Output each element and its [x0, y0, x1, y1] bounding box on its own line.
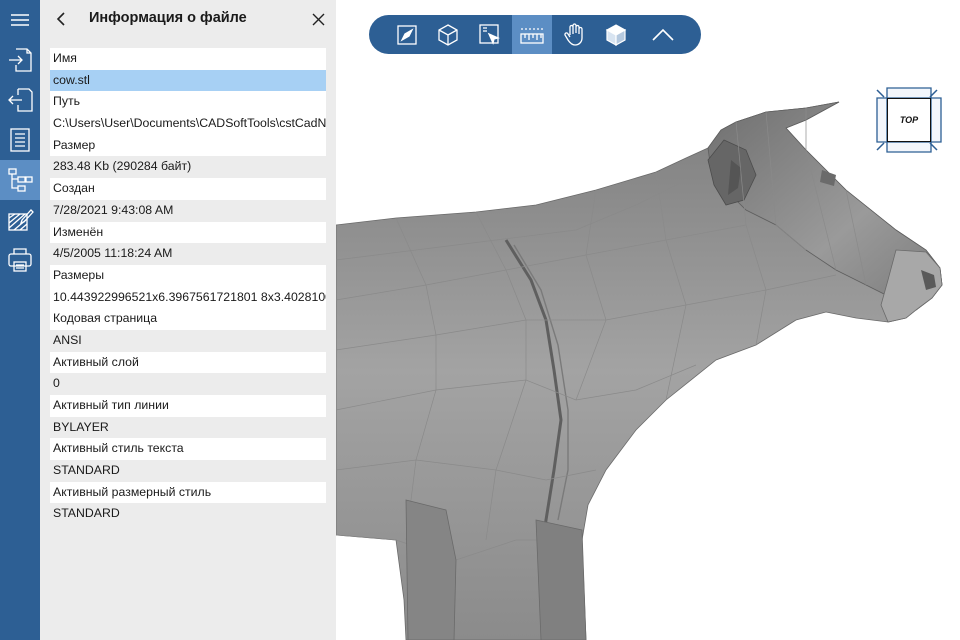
- cube-outline-icon[interactable]: [428, 15, 468, 54]
- 3d-viewport[interactable]: [336, 0, 960, 640]
- property-label-created: Создан: [50, 178, 326, 200]
- panel-title: Информация о файле: [89, 10, 247, 26]
- view-cube-top-face[interactable]: TOP: [887, 98, 931, 142]
- property-label-active-linetype: Активный тип линии: [50, 395, 326, 417]
- property-label-modified: Изменён: [50, 221, 326, 244]
- file-info-panel: Информация о файле Имя cow.stl Путь C:\U…: [40, 0, 336, 640]
- property-value-active-dim-style[interactable]: STANDARD: [50, 503, 326, 526]
- property-label-path: Путь: [50, 91, 326, 114]
- property-label-active-layer: Активный слой: [50, 351, 326, 374]
- property-value-active-linetype[interactable]: BYLAYER: [50, 416, 326, 439]
- property-value-name[interactable]: cow.stl: [50, 69, 326, 92]
- document-icon[interactable]: [0, 120, 40, 160]
- hamburger-menu-icon[interactable]: [0, 0, 40, 40]
- measure-icon[interactable]: [512, 15, 552, 54]
- property-value-created[interactable]: 7/28/2021 9:43:08 AM: [50, 199, 326, 222]
- property-value-path[interactable]: C:\Users\User\Documents\CADSoftTools\cst…: [50, 113, 326, 135]
- property-value-modified[interactable]: 4/5/2005 11:18:24 AM: [50, 243, 326, 265]
- view-cube[interactable]: TOP: [875, 86, 943, 154]
- left-nav-rail: [0, 0, 40, 640]
- chevron-left-icon: [56, 12, 65, 26]
- property-label-codepage: Кодовая страница: [50, 308, 326, 330]
- print-icon[interactable]: [0, 240, 40, 280]
- edit-drawing-icon[interactable]: [0, 200, 40, 240]
- property-label-active-dim-style: Активный размерный стиль: [50, 481, 326, 504]
- close-icon: [312, 13, 324, 25]
- property-label-dimensions: Размеры: [50, 264, 326, 287]
- view-toolbar: [369, 15, 701, 54]
- property-value-size[interactable]: 283.48 Kb (290284 байт): [50, 156, 326, 179]
- property-value-codepage[interactable]: ANSI: [50, 329, 326, 352]
- property-list: Имя cow.stl Путь C:\Users\User\Documents…: [50, 48, 326, 526]
- select-area-icon[interactable]: [470, 15, 510, 54]
- property-label-size: Размер: [50, 134, 326, 157]
- property-label-name: Имя: [50, 48, 326, 70]
- export-icon[interactable]: [0, 80, 40, 120]
- property-value-active-text-style[interactable]: STANDARD: [50, 460, 326, 482]
- import-icon[interactable]: [0, 40, 40, 80]
- panel-header: Информация о файле: [40, 0, 336, 38]
- property-value-active-layer[interactable]: 0: [50, 373, 326, 395]
- chevron-up-icon[interactable]: [643, 15, 683, 54]
- compass-icon[interactable]: [387, 15, 427, 54]
- app-window: Информация о файле Имя cow.stl Путь C:\U…: [0, 0, 960, 640]
- cube-solid-icon[interactable]: [596, 15, 636, 54]
- cow-3d-model: [336, 101, 943, 640]
- back-button[interactable]: [48, 6, 74, 32]
- structure-tree-icon[interactable]: [0, 160, 40, 200]
- property-value-dimensions[interactable]: 10.443922996521x6.3967561721801 8x3.4028…: [50, 286, 326, 309]
- close-button[interactable]: [305, 6, 331, 32]
- property-label-active-text-style: Активный стиль текста: [50, 438, 326, 461]
- hand-pan-icon[interactable]: [554, 15, 594, 54]
